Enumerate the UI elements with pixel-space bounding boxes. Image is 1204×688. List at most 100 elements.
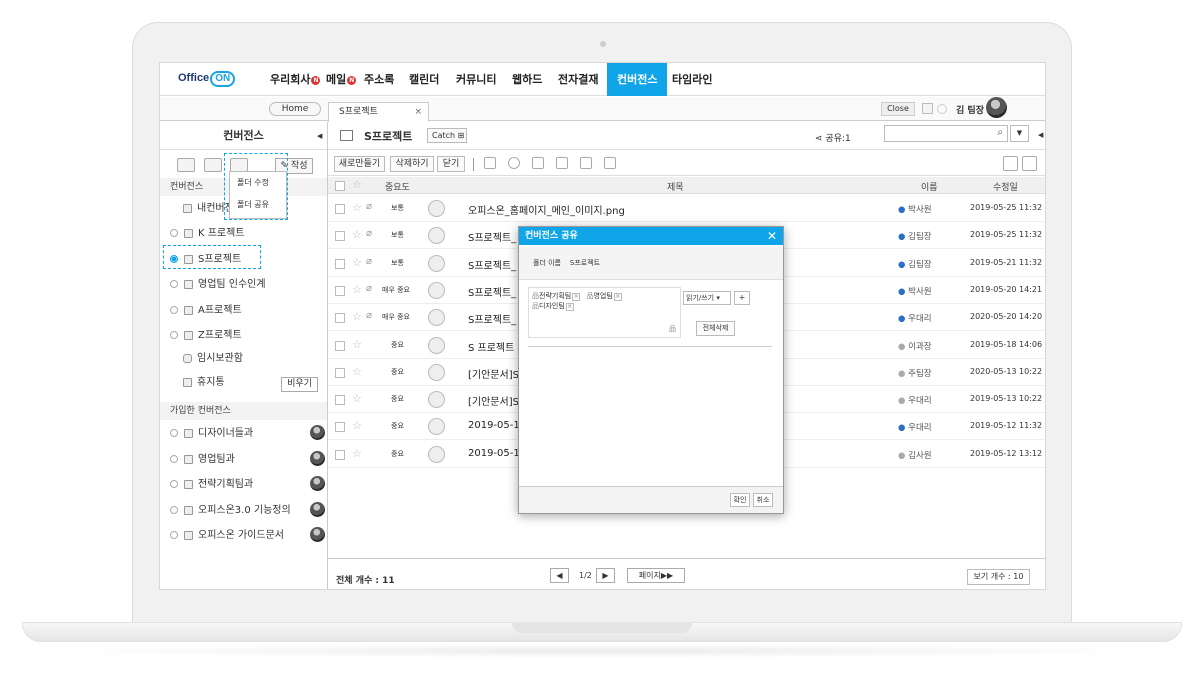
calendar-icon[interactable] <box>532 157 544 169</box>
org-chart-icon[interactable]: 品 <box>669 324 676 334</box>
row-checkbox[interactable] <box>335 313 345 324</box>
share-target-box[interactable]: 品전략기획팀 × 品영업팀 × 品디자인팀 × 品 <box>528 287 681 338</box>
close-icon[interactable]: × <box>414 103 422 121</box>
row-author[interactable]: ● 우대리 <box>898 394 932 406</box>
radio-icon[interactable] <box>170 280 178 288</box>
radio-icon[interactable] <box>170 331 178 339</box>
remove-icon[interactable]: × <box>613 293 622 301</box>
tab-nav-icon[interactable] <box>922 103 933 114</box>
nav-timeline[interactable]: 타임라인 <box>664 63 720 96</box>
star-icon[interactable]: ☆ <box>352 310 362 323</box>
empty-trash-button[interactable]: 비우기 <box>281 377 318 392</box>
remove-icon[interactable]: × <box>572 293 581 301</box>
row-author[interactable]: ● 박사원 <box>898 203 932 215</box>
ok-button[interactable]: 확인 <box>730 493 750 507</box>
search-input[interactable]: ⌕ <box>884 125 1008 142</box>
radio-icon[interactable] <box>170 306 178 314</box>
star-icon[interactable]: ☆ <box>352 338 362 351</box>
row-checkbox[interactable] <box>335 449 345 460</box>
star-icon[interactable]: ☆ <box>352 392 362 405</box>
catch-button[interactable]: Catch ⊞ <box>427 128 467 143</box>
row-subject[interactable]: S프로젝트_ <box>468 229 516 244</box>
row-subject[interactable]: [기안문서]S <box>468 393 519 408</box>
tab-s-project[interactable]: S프로젝트 × <box>328 102 429 122</box>
sidebar-item-drafts[interactable]: 임시보관함 <box>183 349 243 369</box>
view-count-select[interactable]: 보기 개수 : 10 <box>967 569 1030 585</box>
refresh-icon[interactable] <box>1003 156 1018 171</box>
row-author[interactable]: ● 이과장 <box>898 340 932 352</box>
row-author[interactable]: ● 박사원 <box>898 285 932 297</box>
row-subject[interactable]: 오피스온_홈페이지_메인_이미지.png <box>468 202 625 217</box>
row-author[interactable]: ● 우대리 <box>898 421 932 433</box>
new-button[interactable]: 새로만들기 <box>334 156 385 172</box>
sidebar-item-trash[interactable]: 휴지통 <box>183 373 225 393</box>
cancel-button[interactable]: 취소 <box>753 493 773 507</box>
nav-calendar[interactable]: 캘린더 <box>401 63 447 96</box>
row-author[interactable]: ● 우대리 <box>898 312 932 324</box>
sidebar-item-k-project[interactable]: K 프로젝트 <box>170 224 245 244</box>
star-icon[interactable]: ☆ <box>352 447 362 460</box>
row-subject[interactable]: [기안문서]S <box>468 366 519 381</box>
delete-all-button[interactable]: 전체삭제 <box>696 321 735 336</box>
star-icon[interactable]: ☆ <box>352 283 362 296</box>
mail-icon[interactable] <box>484 157 496 169</box>
radio-icon[interactable] <box>170 455 178 463</box>
collapse-arrow-icon[interactable]: ◀ <box>1038 131 1043 139</box>
radio-icon[interactable] <box>170 506 178 514</box>
edit-icon[interactable] <box>604 157 616 169</box>
new-folder-icon[interactable] <box>177 158 195 172</box>
table-row[interactable]: ☆ ⌀ 보통 오피스온_홈페이지_메인_이미지.png ● 박사원 2019-05-25 … <box>328 195 1045 222</box>
star-icon[interactable]: ☆ <box>352 178 362 191</box>
close-doc-button[interactable]: 닫기 <box>437 156 465 172</box>
nav-approval[interactable]: 전자결재 <box>550 63 606 96</box>
row-author[interactable]: ● 김팀장 <box>898 230 932 242</box>
col-subject[interactable]: 제목 <box>667 180 684 193</box>
row-checkbox[interactable] <box>335 258 345 269</box>
radio-icon[interactable] <box>170 480 178 488</box>
row-checkbox[interactable] <box>335 367 345 378</box>
row-author[interactable]: ● 김팀장 <box>898 258 932 270</box>
user-name[interactable]: 김 팀장 <box>956 103 984 116</box>
sidebar-item-officeon-spec[interactable]: 오피스온3.0 기능정의 <box>170 501 291 521</box>
row-author[interactable]: ● 김사원 <box>898 449 932 461</box>
row-checkbox[interactable] <box>335 422 345 433</box>
radio-icon[interactable] <box>170 429 178 437</box>
row-checkbox[interactable] <box>335 231 345 242</box>
star-icon[interactable]: ☆ <box>352 365 362 378</box>
row-subject[interactable]: S프로젝트_ <box>468 257 516 272</box>
row-checkbox[interactable] <box>335 204 345 214</box>
refresh-icon[interactable] <box>937 104 947 114</box>
row-author[interactable]: ● 주팀장 <box>898 367 932 379</box>
col-importance[interactable]: 중요도 <box>385 180 410 193</box>
row-subject[interactable]: S프로젝트_ <box>468 284 516 299</box>
remove-icon[interactable]: × <box>565 303 574 311</box>
user-avatar[interactable] <box>986 97 1007 118</box>
sidebar-item-z-project[interactable]: Z프로젝트 <box>170 326 242 346</box>
star-icon[interactable]: ☆ <box>352 201 362 214</box>
next-pages-button[interactable]: 페이지▶▶ <box>627 568 685 583</box>
home-button[interactable]: Home <box>269 102 321 116</box>
search-icon[interactable]: ⌕ <box>997 127 1003 138</box>
row-subject[interactable]: S 프로젝트 <box>468 339 514 354</box>
select-all-checkbox[interactable] <box>335 181 345 191</box>
nav-address-book[interactable]: 주소록 <box>356 63 402 96</box>
close-button[interactable]: Close <box>881 102 915 116</box>
star-icon[interactable]: ☆ <box>352 419 362 432</box>
list-view-icon[interactable] <box>1022 156 1037 171</box>
share-count[interactable]: ⋖ 공유:1 <box>815 131 851 144</box>
sidebar-item-strategy[interactable]: 전략기획팀과 <box>170 475 253 495</box>
next-page-button[interactable]: ▶ <box>596 568 615 583</box>
chat-icon[interactable] <box>556 157 568 169</box>
col-date[interactable]: 수정일 <box>993 180 1018 193</box>
sidebar-item-designers[interactable]: 디자이너들과 <box>170 424 253 444</box>
save-icon[interactable] <box>580 157 592 169</box>
sidebar-item-sales[interactable]: 영업팀과 <box>170 450 235 470</box>
delete-folder-icon[interactable] <box>204 158 222 172</box>
nav-webhard[interactable]: 웹하드 <box>504 63 550 96</box>
sidebar-item-officeon-guide[interactable]: 오피스온 가이드문서 <box>170 526 284 546</box>
delete-button[interactable]: 삭제하기 <box>390 156 434 172</box>
star-icon[interactable]: ☆ <box>352 228 362 241</box>
radio-icon[interactable] <box>170 229 178 237</box>
row-subject[interactable]: S프로젝트_ <box>468 311 516 326</box>
permission-select[interactable]: 읽기/쓰기 ▾ <box>683 291 731 305</box>
